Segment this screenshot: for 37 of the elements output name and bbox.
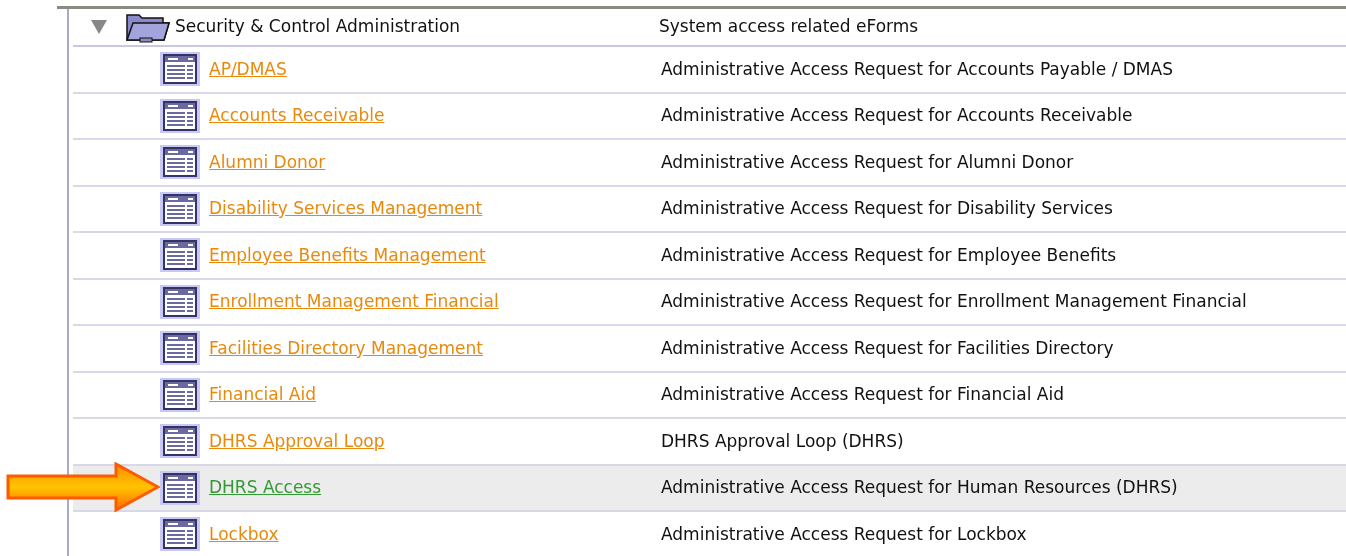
form-link[interactable]: Accounts Receivable (209, 105, 385, 125)
form-icon (160, 377, 200, 412)
form-description: Administrative Access Request for Accounts Payable / DMAS (661, 57, 1173, 81)
form-icon (160, 517, 200, 552)
form-description: Administrative Access Request for Facilities Directory (661, 336, 1114, 360)
form-description: DHRS Approval Loop (DHRS) (661, 429, 904, 453)
form-description: Administrative Access Request for Disability Services (661, 197, 1113, 220)
form-icon (160, 98, 200, 133)
folder-icon (125, 11, 171, 43)
form-link[interactable]: Disability Services Management (209, 198, 483, 218)
form-icon (160, 52, 200, 87)
form-link[interactable]: Lockbox (209, 523, 279, 544)
folder-name: Security & Control Administration (175, 15, 462, 39)
form-description: Administrative Access Request for Enrollment Management Financial (661, 290, 1247, 313)
form-icon (160, 470, 200, 505)
form-icon (160, 284, 200, 319)
form-description: Administrative Access Request for Employee Benefits (661, 243, 1117, 267)
form-icon (160, 191, 200, 226)
form-description: Administrative Access Request for Human Resources (DHRS) (661, 476, 1178, 499)
form-link[interactable]: Enrollment Management Financial (209, 291, 499, 311)
form-link[interactable]: AP/DMAS (209, 58, 287, 79)
form-link[interactable]: DHRS Access (209, 477, 322, 497)
form-description: Administrative Access Request for Lockbox (661, 522, 1027, 546)
folder-description: System access related eForms (659, 15, 919, 39)
form-icon (160, 145, 200, 180)
form-link[interactable]: Alumni Donor (209, 151, 326, 172)
form-icon (160, 331, 200, 366)
form-link[interactable]: Financial Aid (209, 384, 316, 404)
collapse-triangle-icon[interactable] (91, 20, 107, 34)
form-description: Administrative Access Request for Financial Aid (661, 383, 1064, 406)
form-link[interactable]: Employee Benefits Management (209, 244, 486, 265)
form-icon (160, 424, 200, 459)
form-description: Administrative Access Request for Alumni Donor (661, 150, 1074, 174)
form-link[interactable]: DHRS Approval Loop (209, 430, 385, 451)
form-link[interactable]: Facilities Directory Management (209, 337, 483, 358)
form-icon (160, 238, 200, 273)
form-description: Administrative Access Request for Accounts Receivable (661, 104, 1133, 127)
